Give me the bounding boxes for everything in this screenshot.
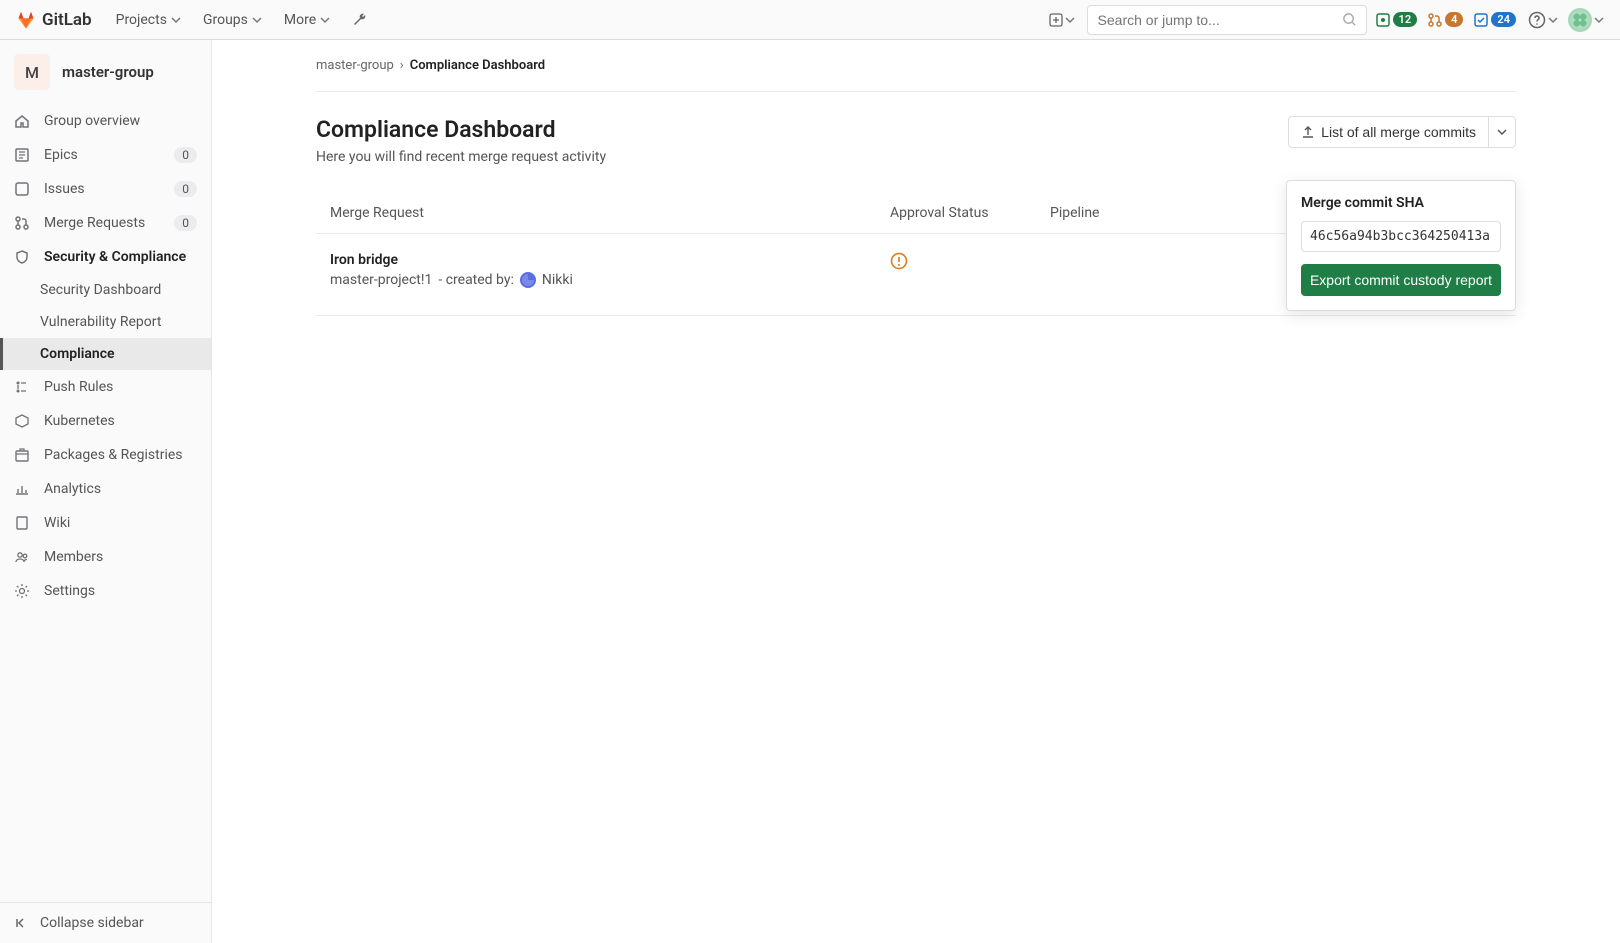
chevron-down-icon — [1065, 15, 1075, 25]
sidebar-item-analytics[interactable]: Analytics — [0, 472, 211, 506]
plus-square-icon — [1049, 13, 1063, 27]
chevron-down-icon — [171, 15, 181, 25]
page-title: Compliance Dashboard — [316, 116, 606, 143]
sidebar-item-push-rules[interactable]: Push Rules — [0, 370, 211, 404]
page-subtitle: Here you will find recent merge request … — [316, 149, 606, 165]
sha-input[interactable] — [1301, 221, 1501, 252]
question-circle-icon — [1528, 11, 1546, 29]
new-menu[interactable] — [1043, 9, 1081, 31]
export-dropdown-panel: Merge commit SHA Export commit custody r… — [1286, 180, 1516, 311]
user-menu[interactable] — [1568, 8, 1604, 32]
collapse-sidebar[interactable]: Collapse sidebar — [0, 902, 211, 943]
export-report-button[interactable]: Export commit custody report — [1301, 264, 1501, 296]
book-icon — [14, 515, 30, 531]
sidebar-item-members[interactable]: Members — [0, 540, 211, 574]
author-avatar — [520, 272, 536, 288]
issue-icon — [1375, 12, 1391, 28]
sidebar-item-wiki[interactable]: Wiki — [0, 506, 211, 540]
sidebar-item-security[interactable]: Security & Compliance — [0, 240, 211, 274]
sidebar-item-overview[interactable]: Group overview — [0, 104, 211, 138]
sidebar-item-epics[interactable]: Epics 0 — [0, 138, 211, 172]
sha-label: Merge commit SHA — [1301, 195, 1501, 211]
mr-count: 4 — [1445, 12, 1463, 27]
sidebar-sub-compliance[interactable]: Compliance — [0, 338, 211, 370]
wrench-icon — [352, 12, 368, 28]
nav-projects[interactable]: Projects — [108, 6, 189, 34]
export-commits-button[interactable]: List of all merge commits — [1288, 116, 1489, 148]
crumb-current: Compliance Dashboard — [410, 58, 545, 73]
issues-icon — [14, 181, 30, 197]
user-avatar — [1568, 8, 1592, 32]
sidebar-sub-vulnerability-report[interactable]: Vulnerability Report — [0, 306, 211, 338]
issues-counter[interactable]: 12 — [1373, 12, 1420, 28]
chevron-down-icon — [320, 15, 330, 25]
epic-icon — [14, 147, 30, 163]
issues-count: 12 — [1393, 12, 1418, 27]
export-button-group: List of all merge commits — [1288, 116, 1516, 148]
package-icon — [14, 447, 30, 463]
push-rules-icon — [14, 379, 30, 395]
collapse-icon — [14, 916, 28, 930]
col-merge-request: Merge Request — [330, 205, 890, 221]
todos-counter[interactable]: 24 — [1471, 12, 1518, 28]
search-input[interactable] — [1087, 5, 1367, 35]
chevron-down-icon — [1594, 15, 1604, 25]
members-icon — [14, 549, 30, 565]
chevron-down-icon — [1548, 15, 1558, 25]
merge-request-icon — [14, 215, 30, 231]
mr-meta: master-project!1 - created by: Nikki — [330, 272, 890, 288]
search-icon — [1342, 12, 1357, 27]
brand-text: GitLab — [42, 10, 92, 30]
main-content: master-group › Compliance Dashboard Comp… — [212, 40, 1620, 943]
todos-count: 24 — [1491, 12, 1516, 27]
author-name[interactable]: Nikki — [542, 272, 573, 288]
nav-groups[interactable]: Groups — [195, 6, 270, 34]
mr-count: 0 — [174, 215, 197, 231]
export-icon — [1301, 125, 1315, 139]
epics-count: 0 — [174, 147, 197, 163]
sidebar-sub-security-dashboard[interactable]: Security Dashboard — [0, 274, 211, 306]
sidebar-item-kubernetes[interactable]: Kubernetes — [0, 404, 211, 438]
breadcrumb: master-group › Compliance Dashboard — [316, 40, 1516, 91]
warning-circle-icon — [890, 252, 908, 270]
group-avatar: M — [14, 54, 50, 90]
home-icon — [14, 113, 30, 129]
help-menu[interactable] — [1524, 11, 1562, 29]
sidebar: M master-group Group overview Epics 0 Is… — [0, 40, 212, 943]
sidebar-item-issues[interactable]: Issues 0 — [0, 172, 211, 206]
shield-icon — [14, 249, 30, 265]
top-nav: GitLab Projects Groups More 12 4 24 — [0, 0, 1620, 40]
col-pipeline: Pipeline — [1050, 205, 1210, 221]
mr-title[interactable]: Iron bridge — [330, 252, 890, 268]
crumb-group[interactable]: master-group — [316, 58, 394, 73]
search-wrap — [1087, 5, 1367, 35]
tanuki-icon — [16, 10, 36, 30]
gear-icon — [14, 583, 30, 599]
issues-count: 0 — [174, 181, 197, 197]
kubernetes-icon — [14, 413, 30, 429]
merge-request-icon — [1427, 12, 1443, 28]
chart-icon — [14, 481, 30, 497]
group-name: master-group — [62, 63, 154, 81]
mr-counter[interactable]: 4 — [1425, 12, 1465, 28]
admin-wrench[interactable] — [344, 6, 376, 34]
sidebar-item-packages[interactable]: Packages & Registries — [0, 438, 211, 472]
chevron-down-icon — [252, 15, 262, 25]
sidebar-item-settings[interactable]: Settings — [0, 574, 211, 608]
nav-more[interactable]: More — [276, 6, 338, 34]
chevron-down-icon — [1497, 127, 1507, 137]
approval-status-cell — [890, 252, 1050, 270]
gitlab-logo[interactable]: GitLab — [16, 10, 92, 30]
todo-icon — [1473, 12, 1489, 28]
export-dropdown-toggle[interactable] — [1489, 116, 1516, 148]
group-header[interactable]: M master-group — [0, 40, 211, 104]
sidebar-item-merge-requests[interactable]: Merge Requests 0 — [0, 206, 211, 240]
col-approval-status: Approval Status — [890, 205, 1050, 221]
